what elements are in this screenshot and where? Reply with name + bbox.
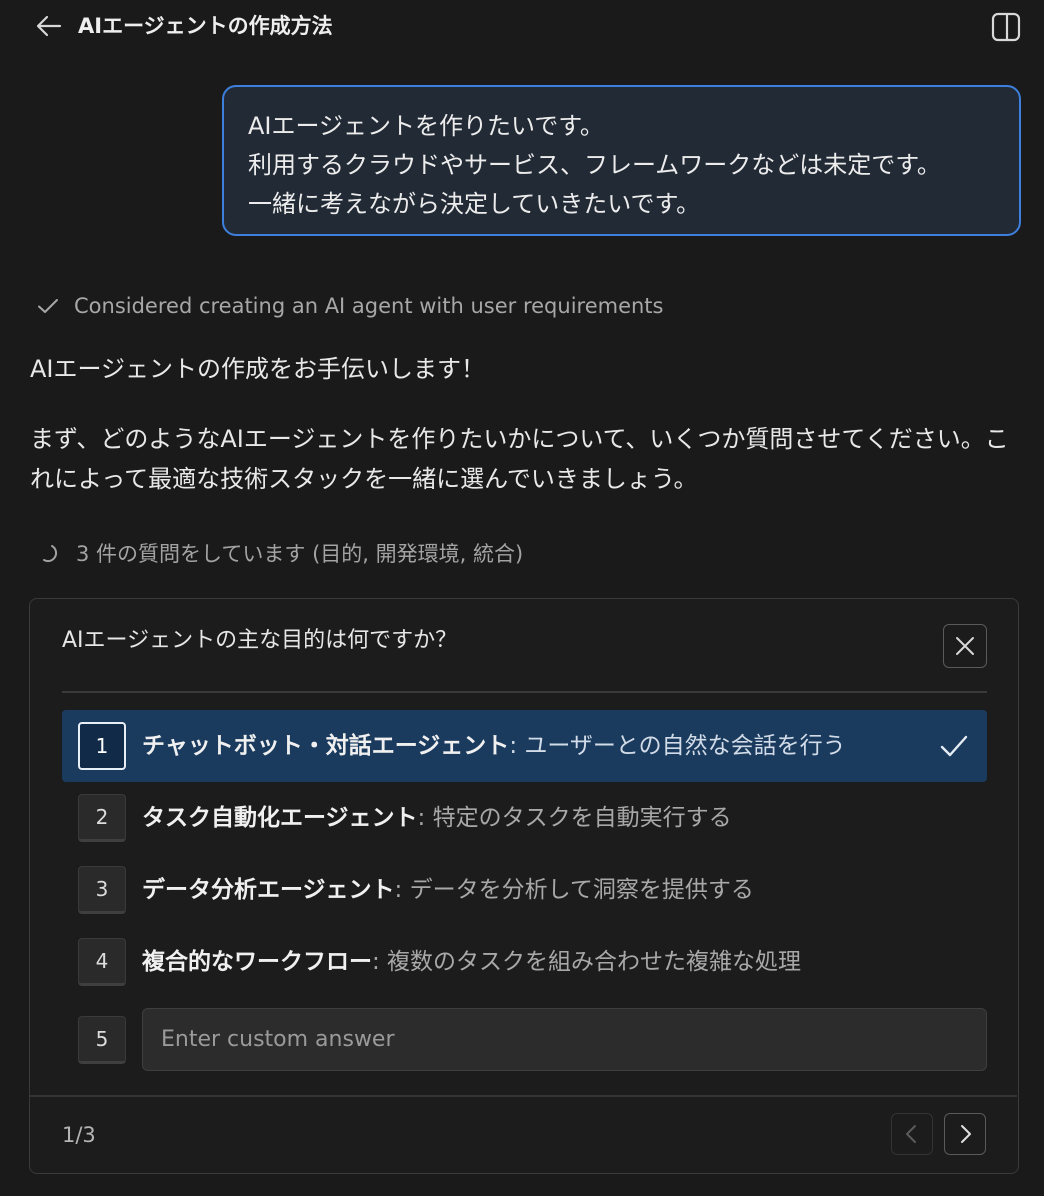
option-number: 1 [78, 722, 126, 770]
chevron-right-icon [961, 1125, 971, 1143]
option-description: : 複数のタスクを組み合わせた複雑な処理 [372, 949, 802, 975]
question-title: AIエージェントの主な目的は何ですか？ [62, 628, 458, 653]
check-icon [38, 299, 58, 313]
thought-label: Considered creating an AI agent with use… [74, 294, 664, 318]
assistant-paragraph: AIエージェントの作成をお手伝いします！ [30, 355, 486, 383]
answer-option-3[interactable]: 3 データ分析エージェント: データを分析して洞察を提供する [62, 854, 987, 926]
question-card: AIエージェントの主な目的は何ですか？ 1 チャットボット・対話エージェント: … [29, 598, 1019, 1174]
option-number: 3 [78, 866, 126, 914]
option-number: 4 [78, 938, 126, 986]
option-number: 5 [78, 1016, 126, 1064]
close-icon [956, 637, 974, 655]
sidebar-toggle-icon [991, 12, 1021, 42]
answer-option-4[interactable]: 4 複合的なワークフロー: 複数のタスクを組み合わせた複雑な処理 [62, 926, 987, 998]
previous-button[interactable] [891, 1113, 933, 1155]
assistant-paragraph: まず、どのようなAIエージェントを作りたいかについて、いくつか質問させてください… [30, 425, 1009, 493]
page-title: AIエージェントの作成方法 [78, 14, 333, 38]
divider [30, 1095, 1017, 1097]
next-button[interactable] [944, 1113, 986, 1155]
option-text: タスク自動化エージェント: 特定のタスクを自動実行する [142, 800, 732, 836]
question-progress: 3 件の質問をしています (目的, 開発環境, 統合) [40, 537, 523, 569]
chevron-left-icon [906, 1125, 916, 1143]
answer-option-2[interactable]: 2 タスク自動化エージェント: 特定のタスクを自動実行する [62, 782, 987, 854]
user-message-line: 一緒に考えながら決定していきたいです。 [248, 190, 701, 218]
option-title: チャットボット・対話エージェント [142, 733, 510, 759]
option-description: : 特定のタスクを自動実行する [417, 805, 732, 831]
option-description: : データを分析して洞察を提供する [394, 877, 754, 903]
check-icon [940, 735, 968, 757]
header: AIエージェントの作成方法 [0, 0, 1044, 52]
option-title: データ分析エージェント [142, 877, 395, 903]
option-title: 複合的なワークフロー [142, 949, 372, 975]
user-message-line: 利用するクラウドやサービス、フレームワークなどは未定です。 [248, 151, 941, 179]
progress-label: 3 件の質問をしています (目的, 開発環境, 統合) [76, 542, 524, 566]
close-button[interactable] [943, 624, 987, 668]
arrow-left-icon [36, 15, 62, 37]
option-description: : ユーザーとの自然な会話を行う [509, 733, 846, 759]
option-number: 2 [78, 794, 126, 842]
option-text: データ分析エージェント: データを分析して洞察を提供する [142, 872, 754, 908]
thought-summary[interactable]: Considered creating an AI agent with use… [36, 290, 664, 322]
user-message-bubble: AIエージェントを作りたいです。 利用するクラウドやサービス、フレームワークなど… [222, 85, 1021, 236]
option-text: 複合的なワークフロー: 複数のタスクを組み合わせた複雑な処理 [142, 944, 801, 980]
custom-answer-input[interactable] [142, 1008, 987, 1071]
chat-page: AIエージェントの作成方法 AIエージェントを作りたいです。 利用するクラウドや… [0, 0, 1044, 1196]
spinner-icon [43, 545, 58, 563]
sidebar-toggle-button[interactable] [988, 10, 1024, 44]
answer-option-1[interactable]: 1 チャットボット・対話エージェント: ユーザーとの自然な会話を行う [62, 710, 987, 782]
user-message-line: AIエージェントを作りたいです。 [248, 112, 604, 140]
page-indicator: 1/3 [62, 1123, 96, 1147]
back-button[interactable] [32, 10, 66, 42]
divider [62, 691, 987, 693]
option-title: タスク自動化エージェント [142, 805, 418, 831]
option-text: チャットボット・対話エージェント: ユーザーとの自然な会話を行う [142, 728, 846, 764]
